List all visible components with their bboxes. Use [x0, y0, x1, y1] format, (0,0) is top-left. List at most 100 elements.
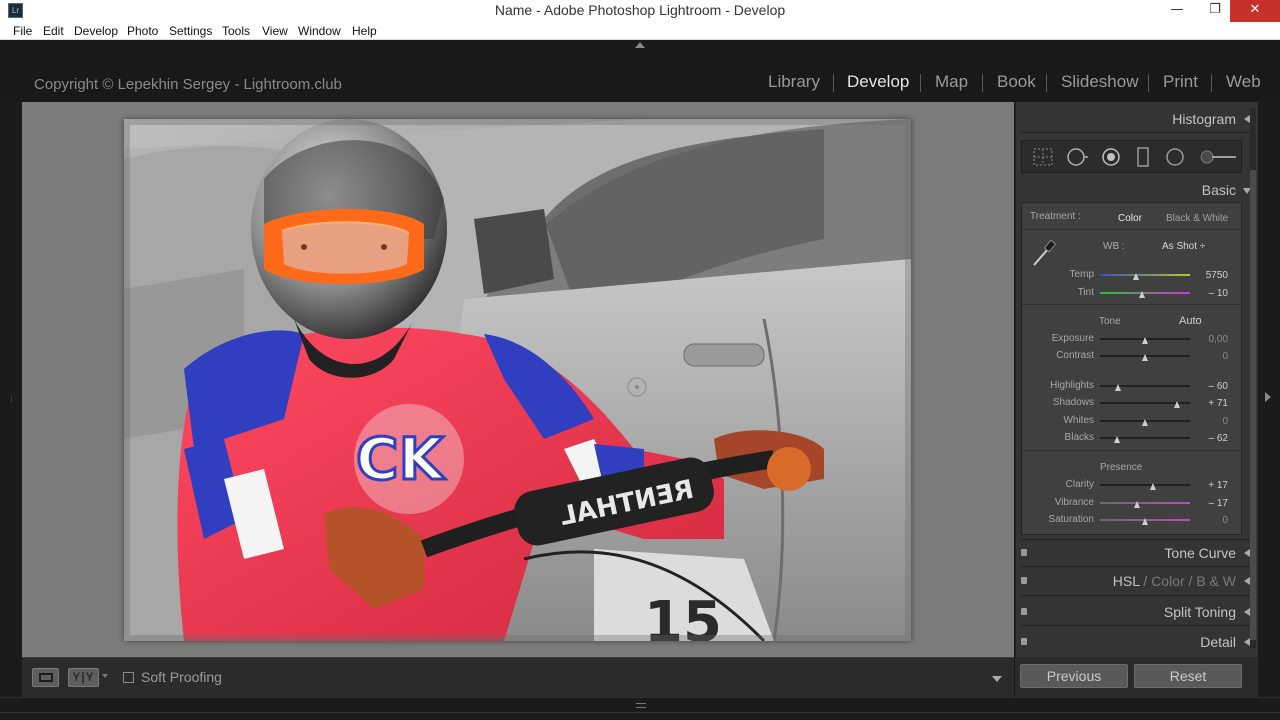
maximize-icon[interactable]: ❐: [1198, 0, 1232, 22]
contrast-slider-thumb[interactable]: [1142, 354, 1148, 361]
adjustment-brush-icon[interactable]: [1198, 147, 1238, 167]
right-panel: Histogram Basic Treatment: Color Black …: [1015, 102, 1258, 657]
crop-overlay-icon[interactable]: [1032, 147, 1054, 167]
saturation-label: Saturation: [1048, 514, 1094, 525]
color-tab[interactable]: Color: [1151, 573, 1184, 589]
module-map[interactable]: Map: [935, 72, 968, 92]
menu-settings[interactable]: Settings: [169, 24, 212, 38]
hsl-header[interactable]: HSL / Color / B & W: [1016, 566, 1259, 595]
tint-slider-thumb[interactable]: [1139, 291, 1146, 298]
vibrance-value[interactable]: – 17: [1209, 498, 1228, 509]
radial-filter-icon[interactable]: [1164, 147, 1186, 167]
module-library[interactable]: Library: [768, 72, 820, 92]
split-toning-header[interactable]: Split Toning: [1016, 597, 1259, 626]
temp-slider-thumb[interactable]: [1133, 273, 1139, 280]
temp-value[interactable]: 5750: [1206, 270, 1228, 281]
temp-slider[interactable]: [1100, 274, 1190, 276]
highlights-slider[interactable]: [1100, 385, 1190, 387]
highlights-value[interactable]: – 60: [1209, 381, 1228, 392]
right-panel-toggle[interactable]: [1258, 102, 1280, 702]
module-book[interactable]: Book: [997, 72, 1036, 92]
minimize-icon[interactable]: —: [1160, 0, 1194, 22]
saturation-value[interactable]: 0: [1222, 515, 1228, 526]
clarity-slider-thumb[interactable]: [1149, 483, 1156, 490]
tone-curve-header[interactable]: Tone Curve: [1016, 538, 1259, 567]
menu-bar: File Edit Develop Photo Settings Tools V…: [0, 22, 1280, 40]
vibrance-slider[interactable]: [1100, 502, 1190, 504]
treatment-bw-button[interactable]: Black & White: [1166, 213, 1228, 224]
menu-tools[interactable]: Tools: [222, 24, 250, 38]
treatment-color-button[interactable]: Color: [1118, 213, 1142, 224]
panel-scrollbar-thumb[interactable]: [1250, 170, 1256, 640]
reset-button[interactable]: Reset: [1134, 664, 1242, 688]
title-bar: Lr Name - Adobe Photoshop Lightroom - De…: [0, 0, 1280, 22]
whites-slider-thumb[interactable]: [1142, 419, 1148, 426]
panel-switch-icon[interactable]: [1021, 608, 1027, 615]
identity-plate: Copyright © Lepekhin Sergey - Lightroom.…: [34, 76, 342, 93]
panel-switch-icon[interactable]: [1021, 577, 1027, 584]
vibrance-slider-thumb[interactable]: [1134, 501, 1141, 508]
histogram-title: Histogram: [1172, 111, 1236, 127]
module-picker-bar: Copyright © Lepekhin Sergey - Lightroom.…: [0, 40, 1280, 102]
before-after-button[interactable]: Y|Y: [68, 668, 99, 687]
tint-label: Tint: [1077, 287, 1094, 298]
menu-photo[interactable]: Photo: [127, 24, 158, 38]
tone-curve-title: Tone Curve: [1164, 545, 1236, 561]
tab-separator: /: [1188, 573, 1193, 589]
panel-divider: [1021, 625, 1254, 626]
wb-select[interactable]: As Shot ÷: [1162, 241, 1205, 252]
whites-value[interactable]: 0: [1222, 416, 1228, 427]
panel-switch-icon[interactable]: [1021, 549, 1027, 556]
red-eye-icon[interactable]: [1100, 147, 1122, 167]
histogram-header[interactable]: Histogram: [1016, 104, 1259, 133]
close-icon[interactable]: ✕: [1230, 0, 1280, 22]
collapse-top-panel-icon[interactable]: [635, 42, 645, 48]
expand-filmstrip-icon[interactable]: [636, 703, 646, 708]
previous-button[interactable]: Previous: [1020, 664, 1128, 688]
blacks-value[interactable]: – 62: [1209, 433, 1228, 444]
hsl-tab[interactable]: HSL: [1113, 573, 1140, 589]
panel-divider: [1021, 132, 1254, 133]
detail-header[interactable]: Detail: [1016, 627, 1259, 656]
shadows-label: Shadows: [1052, 397, 1094, 408]
module-web[interactable]: Web: [1226, 72, 1261, 92]
soft-proofing-checkbox[interactable]: [123, 672, 134, 683]
menu-develop[interactable]: Develop: [74, 24, 118, 38]
left-panel-toggle[interactable]: ⁞: [0, 102, 22, 657]
loupe-view-button[interactable]: [32, 668, 59, 687]
split-toning-title: Split Toning: [1163, 604, 1236, 620]
module-slideshow[interactable]: Slideshow: [1061, 72, 1139, 92]
panel-switch-icon[interactable]: [1021, 638, 1027, 645]
bw-tab[interactable]: B & W: [1196, 573, 1236, 589]
shadows-slider-thumb[interactable]: [1173, 401, 1180, 408]
contrast-value[interactable]: 0: [1222, 351, 1228, 362]
tint-value[interactable]: – 10: [1209, 288, 1228, 299]
menu-help[interactable]: Help: [352, 24, 377, 38]
auto-tone-button[interactable]: Auto: [1179, 315, 1202, 327]
clarity-label: Clarity: [1065, 479, 1094, 490]
plate-number-text: 15: [644, 590, 722, 641]
menu-view[interactable]: View: [262, 24, 288, 38]
basic-header[interactable]: Basic: [1016, 175, 1259, 204]
exposure-label: Exposure: [1051, 333, 1094, 344]
blacks-slider-thumb[interactable]: [1114, 436, 1121, 443]
menu-file[interactable]: File: [13, 24, 32, 38]
right-panel-arrow-icon: [1265, 392, 1271, 402]
module-develop[interactable]: Develop: [847, 72, 909, 92]
highlights-slider-thumb[interactable]: [1115, 384, 1121, 391]
shadows-value[interactable]: + 71: [1208, 398, 1228, 409]
chevron-down-icon[interactable]: [102, 674, 108, 678]
clarity-value[interactable]: + 17: [1208, 480, 1228, 491]
saturation-slider-thumb[interactable]: [1142, 518, 1148, 525]
clarity-slider[interactable]: [1100, 484, 1190, 486]
spot-removal-icon[interactable]: [1066, 147, 1088, 167]
menu-window[interactable]: Window: [298, 24, 341, 38]
graduated-filter-icon[interactable]: [1132, 147, 1154, 167]
eyedropper-icon[interactable]: [1030, 238, 1058, 268]
toolbar-options-icon[interactable]: [992, 676, 1002, 682]
menu-edit[interactable]: Edit: [43, 24, 64, 38]
exposure-value[interactable]: 0,00: [1209, 334, 1228, 345]
module-print[interactable]: Print: [1163, 72, 1198, 92]
main-photo[interactable]: CK RENTHAL 15: [124, 119, 911, 641]
exposure-slider-thumb[interactable]: [1142, 337, 1148, 344]
